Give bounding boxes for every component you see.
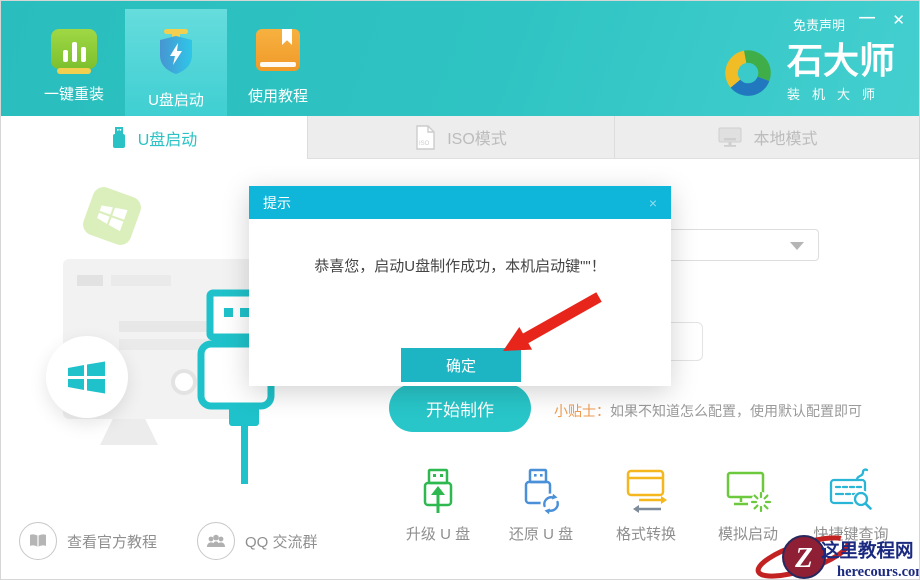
chevron-down-icon <box>790 242 804 250</box>
link-label: 查看官方教程 <box>67 531 157 552</box>
nav-item-reinstall[interactable]: 一键重装 <box>23 9 125 116</box>
format-convert-icon <box>622 467 670 515</box>
book-icon <box>256 29 300 71</box>
hotkey-search-icon <box>827 467 875 515</box>
feature-upgrade-usb[interactable]: 升级 U 盘 <box>383 467 493 544</box>
site-watermark: Z 这里教程网 herecours.com <box>753 519 920 580</box>
qq-group-people-icon <box>197 522 235 560</box>
disclaimer-link[interactable]: 免责声明 <box>793 15 845 34</box>
tab-local-mode[interactable]: 本地模式 <box>615 116 920 159</box>
close-button[interactable]: ✕ <box>892 11 905 29</box>
dialog-ok-button[interactable]: 确定 <box>401 348 521 382</box>
tip-text: 小贴士：如果不知道怎么配置，使用默认配置即可 <box>554 401 862 421</box>
brand-name: 石大师 <box>787 43 895 79</box>
dialog-close-icon[interactable]: × <box>649 195 657 211</box>
nav-label: 使用教程 <box>248 85 308 106</box>
success-dialog: 提示 × 恭喜您，启动U盘制作成功，本机启动键""！ 确定 <box>249 186 671 386</box>
qq-group-link[interactable]: QQ 交流群 <box>197 522 318 560</box>
feature-format-convert[interactable]: 格式转换 <box>591 467 701 544</box>
feature-label: 格式转换 <box>591 523 701 544</box>
nav-item-tutorial[interactable]: 使用教程 <box>227 9 329 116</box>
main-nav: 一键重装 U盘启动 使用教程 <box>23 9 329 116</box>
nav-item-usb-boot[interactable]: U盘启动 <box>125 9 227 116</box>
watermark-domain: herecours.com <box>837 564 920 580</box>
reinstall-icon <box>51 29 97 69</box>
feature-restore-usb[interactable]: 还原 U 盘 <box>486 467 596 544</box>
brand-logo: 石大师 装机大师 <box>719 43 895 103</box>
iso-badge: ISO <box>419 141 430 147</box>
dialog-titlebar: 提示 × <box>249 186 671 219</box>
feature-label: 升级 U 盘 <box>383 523 493 544</box>
dialog-message: 恭喜您，启动U盘制作成功，本机启动键""！ <box>249 255 671 276</box>
monitor-icon <box>718 127 742 148</box>
header: 一键重装 U盘启动 使用教程 <box>1 1 920 116</box>
minimize-button[interactable]: — <box>859 9 875 27</box>
usb-restore-icon <box>517 467 565 515</box>
app-window: 一键重装 U盘启动 使用教程 <box>0 0 920 580</box>
brand-swirl-icon <box>719 44 777 102</box>
shield-lightning-icon <box>153 29 199 75</box>
brand-subtitle: 装机大师 <box>787 84 895 103</box>
official-tutorial-link[interactable]: 查看官方教程 <box>19 522 157 560</box>
feature-label: 还原 U 盘 <box>486 523 596 544</box>
nav-label: U盘启动 <box>148 89 204 110</box>
simulate-boot-icon <box>724 467 772 515</box>
mode-tabs: U盘启动 ISO ISO模式 本地模式 <box>1 116 920 159</box>
windows-flag-icon <box>67 357 107 397</box>
windows-circle-badge <box>46 336 128 418</box>
tab-iso-mode[interactable]: ISO ISO模式 <box>308 116 615 159</box>
tip-label: 小贴士： <box>554 403 610 419</box>
tab-label: ISO模式 <box>447 125 507 149</box>
watermark-title: 这里教程网 <box>821 540 914 561</box>
tab-label: U盘启动 <box>138 126 198 150</box>
usb-drive-icon <box>111 127 127 149</box>
windows-tile-icon <box>80 184 144 248</box>
watermark-letter: Z <box>794 542 813 574</box>
iso-file-icon: ISO <box>415 125 436 150</box>
nav-label: 一键重装 <box>44 83 104 104</box>
monitor-stand-illustration <box>100 419 158 445</box>
tab-label: 本地模式 <box>753 125 817 149</box>
tab-usb-boot[interactable]: U盘启动 <box>1 116 308 159</box>
tutorial-book-icon <box>19 522 57 560</box>
dialog-title: 提示 <box>263 193 291 213</box>
start-make-button[interactable]: 开始制作 <box>389 384 531 432</box>
usb-upgrade-icon <box>414 467 462 515</box>
link-label: QQ 交流群 <box>245 531 318 552</box>
